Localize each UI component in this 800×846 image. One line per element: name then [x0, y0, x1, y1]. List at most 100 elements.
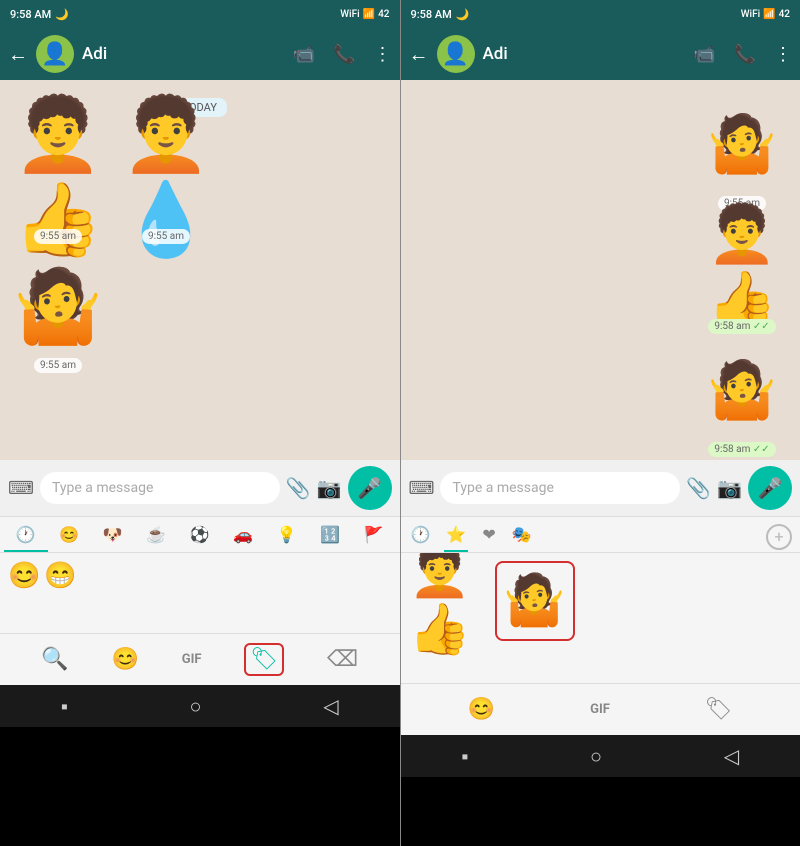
sticker-sent-thumbsup: 🧑‍🦱👍: [692, 217, 792, 317]
chat-area-left: TODAY 🧑‍🦱👍 9:55 am 🧑‍🦱💧 9:55 am: [0, 80, 400, 460]
msg-time-r2: 9:58 am ✓✓: [708, 319, 775, 334]
emoji-panel-left: 🕐 😊 🐶 ☕ ⚽ 🚗 💡 🔢 🚩 😊 😁: [0, 516, 400, 633]
moon-icon-right: 🌙: [456, 8, 470, 21]
emoji-tabs-left: 🕐 😊 🐶 ☕ ⚽ 🚗 💡 🔢 🚩: [0, 517, 400, 553]
sticker-thumbsup-1: 🧑‍🦱👍: [8, 127, 108, 227]
keyboard-icon-left[interactable]: ⌨: [8, 478, 34, 499]
title-bar-left: ← 👤 Adi 📹 📞 ⋮: [0, 28, 400, 80]
emoji-bottom-icon-right[interactable]: 😊: [468, 697, 495, 722]
mic-button-right[interactable]: 🎤: [748, 466, 792, 510]
sticker-item-thumbsup[interactable]: 🧑‍🦱👍: [409, 561, 489, 641]
video-call-icon-right[interactable]: 📹: [693, 44, 715, 65]
mic-button-left[interactable]: 🎤: [348, 466, 392, 510]
sticker-grid-right: 🧑‍🦱👍 🤷: [401, 553, 800, 683]
emoji-tab-faces[interactable]: 😊: [48, 517, 92, 552]
chat-area-right: 🤷 9:55 am 🧑‍🦱👍 9:58 am ✓✓ 🤷 9:58 am: [401, 80, 800, 460]
keyboard-icon-right[interactable]: ⌨: [409, 478, 435, 499]
sticker-panel-right: 🕐 ⭐ ❤ 🎭 + 🧑‍🦱👍 🤷: [401, 516, 800, 683]
wifi-icon-left: WiFi: [340, 9, 359, 20]
home-nav-icon-right[interactable]: ○: [590, 744, 602, 769]
emoji-tab-travel[interactable]: 🚗: [222, 517, 266, 552]
search-nav-icon[interactable]: 🔍: [41, 647, 68, 672]
square-nav-icon-right[interactable]: ▪: [461, 744, 468, 769]
signal-icon-left: 📶: [363, 9, 375, 20]
avatar-left: 👤: [36, 35, 74, 73]
contact-name-left[interactable]: Adi: [82, 44, 285, 64]
sticker-tab-pack[interactable]: 🎭: [510, 521, 534, 552]
back-button-left[interactable]: ←: [8, 42, 28, 67]
emoji-tab-sports[interactable]: ⚽: [178, 517, 222, 552]
emoji-tab-food[interactable]: ☕: [135, 517, 179, 552]
table-row: 🧑‍🦱💧 9:55 am: [116, 127, 216, 244]
contact-name-right[interactable]: Adi: [483, 44, 686, 64]
voice-call-icon[interactable]: 📞: [333, 44, 355, 65]
title-bar-right: ← 👤 Adi 📹 📞 ⋮: [401, 28, 800, 80]
input-bar-right: ⌨ Type a message 📎 📷 🎤: [401, 460, 800, 516]
backspace-nav-icon[interactable]: ⌫: [327, 647, 358, 672]
attach-icon-right[interactable]: 📎: [686, 476, 711, 500]
sticker-sweat-1: 🧑‍🦱💧: [116, 127, 216, 227]
table-row: 🤷 9:55 am: [8, 256, 392, 373]
msg-time-3: 9:55 am: [34, 358, 82, 373]
back-nav-icon-left[interactable]: ◁: [323, 694, 338, 718]
camera-icon-right[interactable]: 📷: [717, 476, 742, 500]
sticker-shrug-1: 🤷: [8, 256, 108, 356]
time-left: 9:58 AM: [10, 8, 51, 21]
input-bar-left: ⌨ Type a message 📎 📷 🎤: [0, 460, 400, 516]
battery-left: 42: [378, 9, 389, 20]
emoji-grid-left: 😊 😁: [0, 553, 400, 633]
screen-left: 9:58 AM 🌙 WiFi 📶 42 ← 👤 Adi 📹 📞 ⋮: [0, 0, 400, 846]
home-nav-icon-left[interactable]: ○: [190, 694, 202, 719]
title-actions-left: 📹 📞 ⋮: [293, 44, 392, 65]
wifi-icon-right: WiFi: [741, 9, 760, 20]
sticker-add-button[interactable]: +: [766, 524, 792, 550]
msg-time-1: 9:55 am: [34, 229, 82, 244]
emoji-tab-objects[interactable]: 💡: [265, 517, 309, 552]
moon-icon-left: 🌙: [55, 8, 69, 21]
status-bar-left: 9:58 AM 🌙 WiFi 📶 42: [0, 0, 400, 28]
message-input-left[interactable]: Type a message: [40, 472, 280, 504]
sticker-tab-starred[interactable]: ⭐: [444, 521, 468, 552]
gif-bottom-label-right[interactable]: GIF: [590, 702, 610, 717]
gif-nav-label[interactable]: GIF: [182, 652, 202, 667]
sticker-item-shrug[interactable]: 🤷: [495, 561, 575, 641]
sticker-tabs-right: 🕐 ⭐ ❤ 🎭 +: [401, 517, 800, 553]
sticker-nav-icon[interactable]: 🏷: [244, 643, 284, 676]
sticker-sent-shrug: 🤷: [692, 340, 792, 440]
avatar-right: 👤: [437, 35, 475, 73]
sticker-bottom-icon-right[interactable]: 🏷: [705, 697, 733, 722]
system-nav-left: ▪ ○ ◁: [0, 685, 400, 727]
table-row: 🧑‍🦱👍 9:55 am: [8, 127, 108, 244]
back-nav-icon-right[interactable]: ◁: [724, 744, 739, 768]
voice-call-icon-right[interactable]: 📞: [734, 44, 756, 65]
system-nav-right: ▪ ○ ◁: [401, 735, 800, 777]
bottom-keyboard-nav-left: 🔍 😊 GIF 🏷 ⌫: [0, 633, 400, 685]
emoji-item-2[interactable]: 😁: [44, 561, 76, 625]
bottom-keyboard-nav-right: 😊 GIF 🏷: [401, 683, 800, 735]
more-options-icon-left[interactable]: ⋮: [374, 44, 392, 65]
sticker-received-right: 🤷: [692, 94, 792, 194]
sticker-tab-recent[interactable]: 🕐: [409, 521, 433, 552]
emoji-tab-recent[interactable]: 🕐: [4, 517, 48, 552]
sticker-tab-heart[interactable]: ❤: [480, 521, 497, 552]
camera-icon-left[interactable]: 📷: [317, 476, 342, 500]
title-actions-right: 📹 📞 ⋮: [693, 44, 792, 65]
video-call-icon[interactable]: 📹: [293, 44, 315, 65]
screen-right: 9:58 AM 🌙 WiFi 📶 42 ← 👤 Adi 📹 📞 ⋮: [401, 0, 800, 846]
battery-right: 42: [779, 9, 790, 20]
msg-time-2: 9:55 am: [142, 229, 190, 244]
emoji-nav-icon[interactable]: 😊: [112, 647, 139, 672]
signal-icon-right: 📶: [763, 9, 775, 20]
message-input-right[interactable]: Type a message: [440, 472, 680, 504]
emoji-tab-animals[interactable]: 🐶: [91, 517, 135, 552]
msg-time-r3: 9:58 am ✓✓: [708, 442, 775, 457]
status-bar-right: 9:58 AM 🌙 WiFi 📶 42: [401, 0, 800, 28]
more-options-icon-right[interactable]: ⋮: [774, 44, 792, 65]
square-nav-icon-left[interactable]: ▪: [61, 694, 68, 719]
time-right: 9:58 AM: [411, 8, 452, 21]
emoji-item-1[interactable]: 😊: [8, 561, 40, 625]
emoji-tab-symbols[interactable]: 🔢: [309, 517, 353, 552]
emoji-tab-flags[interactable]: 🚩: [352, 517, 396, 552]
back-button-right[interactable]: ←: [409, 42, 429, 67]
attach-icon-left[interactable]: 📎: [286, 476, 311, 500]
